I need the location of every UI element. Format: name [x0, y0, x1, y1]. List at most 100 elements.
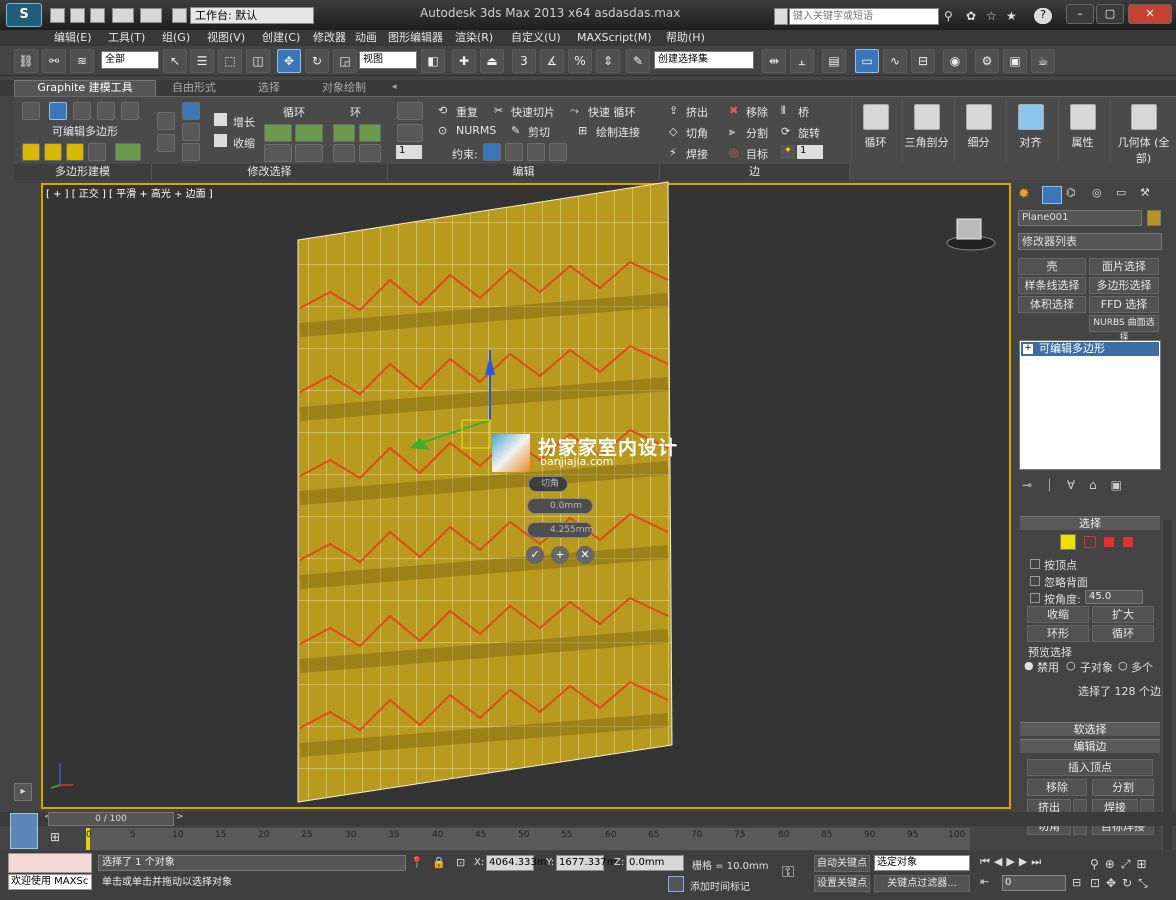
- menu-views[interactable]: 视图(V): [207, 30, 245, 46]
- draw-connect-icon[interactable]: ⊞: [578, 124, 587, 137]
- ring-label[interactable]: 环: [350, 104, 361, 120]
- move-icon[interactable]: ✥: [277, 49, 301, 73]
- menu-create[interactable]: 创建(C): [262, 30, 300, 46]
- collapse-stack-icon[interactable]: [115, 143, 141, 161]
- key-filters-button[interactable]: 关键点过滤器...: [874, 875, 970, 892]
- favorites-icon[interactable]: ★: [1006, 9, 1020, 23]
- set-key-icon[interactable]: ⚿: [782, 862, 806, 884]
- rotate-icon[interactable]: ↻: [305, 49, 329, 73]
- quickslice-icon[interactable]: ✂: [494, 104, 503, 117]
- caddy-ok-icon[interactable]: ✓: [526, 546, 544, 564]
- expand-icon[interactable]: +: [1023, 344, 1033, 354]
- render-production-icon[interactable]: ☕: [1031, 49, 1055, 73]
- open-file-icon[interactable]: [70, 8, 85, 23]
- next-frame-arrow-icon[interactable]: >: [176, 812, 184, 826]
- folded-plane-mesh[interactable]: [290, 180, 680, 805]
- select-by-name-icon[interactable]: ☰: [190, 49, 214, 73]
- auto-key-button[interactable]: 自动关键点: [814, 855, 870, 872]
- split-icon[interactable]: ⫸: [729, 125, 735, 139]
- create-tab-icon[interactable]: ✹: [1018, 186, 1038, 204]
- current-frame-field[interactable]: 0: [1002, 875, 1066, 891]
- viewport-label[interactable]: [ + ] [ 正交 ] [ 平滑 + 高光 + 边面 ]: [46, 185, 213, 200]
- object-name-field[interactable]: Plane001: [1018, 210, 1142, 226]
- menu-animation[interactable]: 动画: [355, 30, 377, 46]
- menu-maxscript[interactable]: MAXScript(M): [577, 30, 652, 46]
- shell-button[interactable]: 壳: [1018, 258, 1086, 275]
- constraint-normal-icon[interactable]: [549, 143, 567, 161]
- modifier-stack[interactable]: [1019, 340, 1161, 470]
- schematic-view-icon[interactable]: ⊟: [911, 49, 935, 73]
- time-slider[interactable]: 0 / 100: [48, 812, 174, 826]
- mirror-icon[interactable]: ⇹: [762, 49, 786, 73]
- split-edge-button[interactable]: 分割: [1092, 779, 1154, 796]
- grow-label[interactable]: 增长: [233, 114, 255, 130]
- add-time-tag-icon[interactable]: [668, 876, 684, 892]
- tweak-icon[interactable]: [397, 124, 423, 142]
- loop-mode-icon[interactable]: [264, 144, 292, 162]
- vertex-mode-icon[interactable]: [22, 102, 40, 120]
- props-panel-button[interactable]: 属性: [1058, 98, 1106, 162]
- keyboard-shortcut-icon[interactable]: ⏏: [480, 49, 504, 73]
- menu-help[interactable]: 帮助(H): [666, 30, 705, 46]
- playback-controls[interactable]: ⏮◀▶▶⏭: [980, 855, 1074, 871]
- loop-label[interactable]: 循环: [283, 104, 305, 120]
- new-file-icon[interactable]: [50, 8, 65, 23]
- tris-panel-button[interactable]: 三角剖分: [902, 98, 950, 162]
- modifier-list-dropdown[interactable]: 修改器列表: [1018, 233, 1162, 250]
- menu-customize[interactable]: 自定义(U): [511, 30, 561, 46]
- material-editor-icon[interactable]: ◉: [943, 49, 967, 73]
- link-icon[interactable]: ⛓: [14, 49, 38, 73]
- preview-sub-radio[interactable]: ○: [1066, 659, 1076, 672]
- bind-spacewarp-icon[interactable]: ≋: [70, 49, 94, 73]
- layer-manager-icon[interactable]: ▤: [822, 49, 846, 73]
- constraint-edge-icon[interactable]: [505, 143, 523, 161]
- caddy-apply-icon[interactable]: +: [551, 546, 569, 564]
- target-icon[interactable]: ◎: [729, 146, 739, 159]
- split-label[interactable]: 分割: [746, 125, 768, 141]
- element-mode-icon[interactable]: [121, 102, 139, 120]
- selection-filter-dropdown[interactable]: 全部: [101, 51, 159, 69]
- constraint-none-icon[interactable]: [483, 143, 501, 161]
- ring-mode2-icon[interactable]: [359, 144, 381, 162]
- select-object-icon[interactable]: ↖: [163, 49, 187, 73]
- angle-snap-icon[interactable]: ∡: [540, 49, 564, 73]
- hierarchy-tab-icon[interactable]: ⌬: [1066, 186, 1086, 204]
- ring-shrink-icon[interactable]: [359, 124, 381, 142]
- edge-spinner[interactable]: 1: [797, 145, 823, 159]
- maxscript-input[interactable]: 欢迎使用 MAXSc: [8, 874, 92, 890]
- edge-spinner-icon[interactable]: ✦: [781, 145, 795, 159]
- menu-tools[interactable]: 工具(T): [108, 30, 145, 46]
- search-toggle-icon[interactable]: [774, 8, 788, 25]
- select-manipulate-icon[interactable]: ✚: [452, 49, 476, 73]
- group-modify-sel-footer[interactable]: 修改选择: [152, 164, 388, 180]
- loop-mode2-icon[interactable]: [295, 144, 323, 162]
- quickloop-label[interactable]: 快速 循环: [588, 104, 636, 120]
- extrude-label[interactable]: 挤出: [686, 104, 708, 120]
- shrink-icon[interactable]: [214, 134, 227, 147]
- project-folder-icon[interactable]: [172, 8, 187, 23]
- graphite-toggle-icon[interactable]: ▭: [855, 49, 879, 73]
- loop-shrink-icon[interactable]: [295, 124, 323, 142]
- workspace-dropdown[interactable]: 工作台: 默认: [190, 7, 314, 24]
- loop-grow-icon[interactable]: [264, 124, 292, 142]
- loop-button[interactable]: 循环: [1092, 625, 1154, 642]
- quickslice-label[interactable]: 快速切片: [511, 104, 555, 120]
- absolute-mode-icon[interactable]: ⊡: [456, 856, 470, 870]
- mini-curve-editor-icon[interactable]: [10, 813, 38, 849]
- chamfer-amount-field[interactable]: 0.0mm: [527, 498, 593, 514]
- named-selection-dropdown[interactable]: 创建选择集: [654, 51, 754, 69]
- border-sel-icon[interactable]: [1084, 536, 1096, 548]
- communication-icon[interactable]: ☆: [986, 9, 1000, 23]
- show-end-result-icon[interactable]: [44, 143, 62, 161]
- preview-selection-icon[interactable]: [182, 102, 200, 120]
- remove-label[interactable]: 移除: [746, 104, 768, 120]
- shrink-label[interactable]: 收缩: [233, 135, 255, 151]
- y-coordinate-field[interactable]: 1677.337m: [556, 855, 616, 871]
- align-panel-button[interactable]: 对齐: [1006, 98, 1054, 162]
- rendered-frame-icon[interactable]: ▣: [1003, 49, 1027, 73]
- unlink-icon[interactable]: ⚯: [42, 49, 66, 73]
- motion-tab-icon[interactable]: ◎: [1092, 186, 1112, 204]
- redo-icon[interactable]: [140, 8, 162, 23]
- spline-select-button[interactable]: 样条线选择: [1018, 277, 1086, 294]
- modify-tab-icon[interactable]: [1042, 186, 1062, 204]
